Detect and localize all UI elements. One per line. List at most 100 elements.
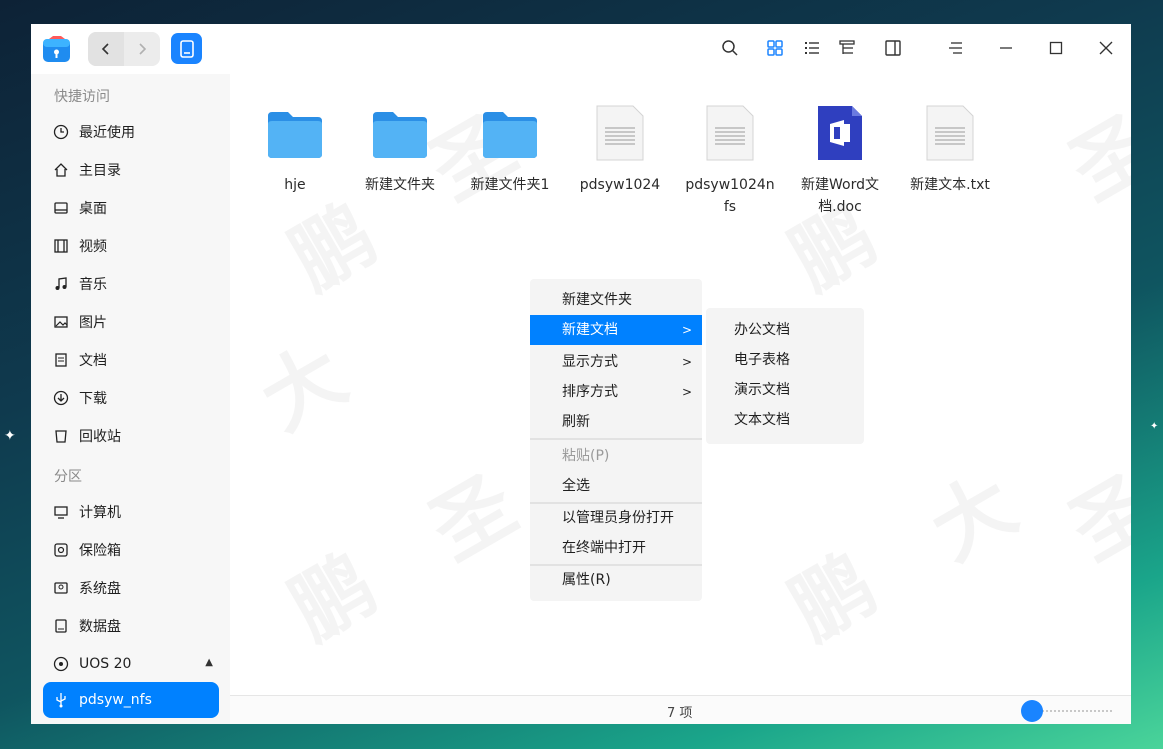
maximize-button[interactable] (1045, 37, 1067, 59)
sidebar-item-videos[interactable]: 视频 (43, 228, 219, 264)
file-name: 新建文本.txt (910, 177, 990, 193)
menu-item-select-all[interactable]: 全选 (530, 471, 702, 501)
submenu-item-text-document[interactable]: 文本文档 (706, 405, 864, 435)
file-item-pdsyw1024nfs[interactable]: pdsyw1024nfs (680, 102, 780, 218)
location-button[interactable] (171, 33, 202, 64)
menu-item-label: 排序方式 (562, 384, 618, 400)
computer-icon (51, 502, 71, 522)
zoom-slider-handle[interactable] (1021, 700, 1043, 722)
list-icon (805, 42, 819, 54)
menu-item-label: 新建文档 (562, 322, 618, 338)
music-icon (51, 274, 71, 294)
sidebar-item-trash[interactable]: 回收站 (43, 418, 219, 454)
file-name: pdsyw1024nfs (685, 177, 775, 215)
usb-icon (51, 690, 71, 710)
disk-icon (51, 578, 71, 598)
film-icon (51, 236, 71, 256)
status-bar: 7 项 (230, 695, 1131, 724)
file-manager-logo-icon (42, 35, 71, 64)
menu-item-properties[interactable]: 属性(R) (530, 565, 702, 595)
menu-item-new-folder[interactable]: 新建文件夹 (530, 285, 702, 315)
eject-icon[interactable]: ▲ (205, 657, 213, 668)
menu-item-open-as-admin[interactable]: 以管理员身份打开 (530, 503, 702, 533)
menu-item-refresh[interactable]: 刷新 (530, 407, 702, 437)
file-item-hje[interactable]: hje (245, 102, 345, 196)
sidebar-item-label: 系统盘 (79, 581, 121, 597)
watermark: 圣 (1046, 82, 1131, 222)
sidebar-item-label: 下载 (79, 391, 107, 407)
tablet-icon (179, 39, 194, 58)
sidebar-item-pictures[interactable]: 图片 (43, 304, 219, 340)
sidebar-item-label: 最近使用 (79, 125, 135, 141)
sidebar-item-desktop[interactable]: 桌面 (43, 190, 219, 226)
sidebar-item-label: 数据盘 (79, 619, 121, 635)
disk-icon (51, 616, 71, 636)
watermark: 圣 (1046, 442, 1131, 582)
search-button[interactable] (719, 37, 741, 59)
star-decoration: ✦ (1150, 421, 1159, 432)
file-item-pdsyw1024[interactable]: pdsyw1024 (570, 102, 670, 196)
menu-item-label: 显示方式 (562, 354, 618, 370)
grid-icon (767, 40, 783, 56)
file-name: hje (284, 177, 306, 193)
sidebar-item-downloads[interactable]: 下载 (43, 380, 219, 416)
submenu-item-presentation[interactable]: 演示文档 (706, 375, 864, 405)
menu-separator (530, 438, 702, 440)
sidebar-item-computer[interactable]: 计算机 (43, 494, 219, 530)
quick-access-header: 快捷访问 (54, 89, 110, 105)
close-button[interactable] (1095, 37, 1117, 59)
watermark: 鹏 (766, 522, 893, 662)
file-name: pdsyw1024 (579, 177, 661, 193)
menu-item-display-mode[interactable]: 显示方式 > (530, 347, 702, 377)
close-icon (1099, 41, 1113, 55)
menu-item-new-document[interactable]: 新建文档 > (530, 315, 702, 345)
panel-icon (885, 40, 901, 56)
menu-item-open-in-terminal[interactable]: 在终端中打开 (530, 533, 702, 563)
icon-view-button[interactable] (764, 37, 786, 59)
file-item-txt[interactable]: 新建文本.txt (900, 102, 1000, 196)
text-file-icon (590, 102, 650, 164)
sidebar-item-label: 保险箱 (79, 543, 121, 559)
detail-pane-button[interactable] (882, 37, 904, 59)
cdrom-icon (51, 654, 71, 674)
menu-item-sort-by[interactable]: 排序方式 > (530, 377, 702, 407)
forward-button[interactable] (124, 32, 160, 66)
sidebar-item-pdsyw-nfs[interactable]: pdsyw_nfs (43, 682, 219, 718)
image-icon (51, 312, 71, 332)
watermark: 圣 (406, 442, 533, 582)
safe-icon (51, 540, 71, 560)
tree-icon (839, 40, 855, 54)
new-document-submenu: 办公文档 电子表格 演示文档 文本文档 (706, 308, 864, 444)
chevron-right-icon: > (681, 323, 692, 337)
maximize-icon (1049, 41, 1063, 55)
file-item-folder[interactable]: 新建文件夹 (350, 102, 450, 196)
sidebar-item-home[interactable]: 主目录 (43, 152, 219, 188)
file-manager-window: 快捷访问 最近使用 主目录 桌面 视频 音乐 图片 文档 下载 回收站 分区 计… (31, 24, 1131, 724)
sidebar-item-safe[interactable]: 保险箱 (43, 532, 219, 568)
sidebar-item-label: UOS 20 (79, 656, 132, 672)
folder-icon (370, 102, 430, 164)
home-icon (51, 160, 71, 180)
list-view-button[interactable] (801, 37, 823, 59)
chevron-right-icon: > (681, 355, 692, 369)
document-icon (51, 350, 71, 370)
navigation-buttons (88, 32, 160, 66)
submenu-item-spreadsheet[interactable]: 电子表格 (706, 345, 864, 375)
sidebar-item-documents[interactable]: 文档 (43, 342, 219, 378)
main-menu-button[interactable] (945, 37, 967, 59)
sidebar-item-recent[interactable]: 最近使用 (43, 114, 219, 150)
minimize-button[interactable] (995, 37, 1017, 59)
back-button[interactable] (88, 32, 124, 66)
file-item-word-doc[interactable]: 新建Word文档.doc (790, 102, 890, 218)
file-item-folder1[interactable]: 新建文件夹1 (460, 102, 560, 196)
tree-view-button[interactable] (836, 37, 858, 59)
sidebar-item-music[interactable]: 音乐 (43, 266, 219, 302)
sidebar-item-label: pdsyw_nfs (79, 692, 152, 708)
submenu-item-office-document[interactable]: 办公文档 (706, 315, 864, 345)
watermark: 大 (906, 442, 1033, 582)
sidebar-item-data-disk[interactable]: 数据盘 (43, 608, 219, 644)
sidebar-item-label: 回收站 (79, 429, 121, 445)
sidebar-item-system-disk[interactable]: 系统盘 (43, 570, 219, 606)
chevron-left-icon (101, 43, 109, 55)
sidebar-item-uos20[interactable]: UOS 20 ▲ (43, 646, 219, 682)
